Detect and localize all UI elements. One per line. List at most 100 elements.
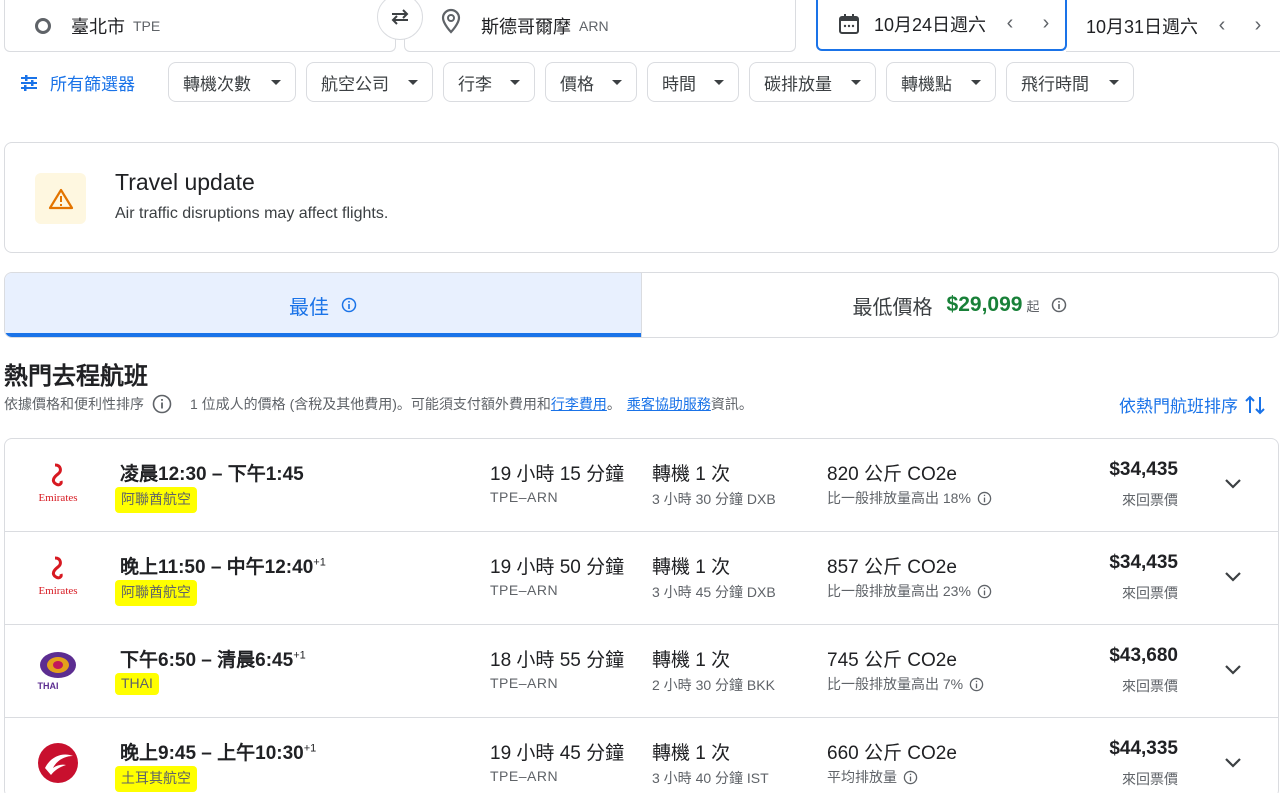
price-note: 1 位成人的價格 (含稅及其他費用)。可能須支付額外費用和 [190, 396, 551, 412]
filter-chip-emissions[interactable]: 碳排放量 [749, 62, 876, 102]
svg-text:Emirates: Emirates [38, 492, 77, 504]
filter-chip-bags[interactable]: 行李 [443, 62, 535, 102]
times-text: 下午6:50 – 清晨6:45 [120, 650, 294, 671]
flight-row[interactable]: THAI 下午6:50 – 清晨6:45+1 THAI 18 小時 55 分鐘 … [5, 625, 1278, 718]
expand-chevron-icon[interactable] [1218, 562, 1248, 592]
chip-label: 航空公司 [321, 74, 389, 94]
info-icon[interactable] [152, 394, 172, 414]
thai-airways-logo-icon: THAI [33, 647, 83, 693]
destination-field[interactable]: 斯德哥爾摩 ARN [404, 0, 796, 52]
chip-label: 價格 [560, 74, 594, 94]
origin-city: 臺北市 [71, 16, 125, 37]
dropdown-caret-icon [612, 80, 622, 85]
times-text: 晚上11:50 – 中午12:40 [120, 557, 314, 578]
prev-date-chevron-icon[interactable]: ‹ [996, 12, 1024, 35]
expand-chevron-icon[interactable] [1218, 748, 1248, 778]
stop-count: 轉機 1 次 [652, 650, 731, 671]
price-type: 來回票價 [1122, 678, 1178, 694]
origin-field[interactable]: 臺北市 TPE [4, 0, 396, 52]
origin-code: TPE [133, 17, 161, 34]
flight-route: TPE–ARN [490, 675, 559, 691]
expand-chevron-icon[interactable] [1218, 655, 1248, 685]
chip-label: 時間 [662, 74, 696, 94]
filter-chip-price[interactable]: 價格 [545, 62, 637, 102]
co2-note-text: 比一般排放量高出 23% [827, 583, 971, 599]
origin-circle-icon [35, 17, 51, 34]
return-date: 10月31日週六 [1086, 16, 1199, 37]
co2-note-text: 平均排放量 [827, 769, 897, 785]
dropdown-caret-icon [851, 80, 861, 85]
swap-icon [391, 9, 409, 25]
filter-chip-connecting-airports[interactable]: 轉機點 [886, 62, 996, 102]
info-icon[interactable] [969, 677, 984, 692]
warning-triangle-icon [48, 188, 73, 209]
filter-chip-airlines[interactable]: 航空公司 [306, 62, 433, 102]
layover-info: 3 小時 40 分鐘 IST [652, 770, 769, 786]
sort-by-label: 依熱門航班排序 [1119, 397, 1238, 416]
info-icon[interactable] [1051, 297, 1067, 313]
tab-best[interactable]: 最佳 [5, 273, 642, 337]
tab-cheapest[interactable]: 最低價格 $29,099 起 [642, 273, 1278, 337]
airline-name: 土耳其航空 [115, 766, 197, 792]
flight-results-list: Emirates 凌晨12:30 – 下午1:45 阿聯酋航空 19 小時 15… [4, 438, 1279, 793]
sort-by-button[interactable]: 依熱門航班排序 [1119, 392, 1266, 417]
next-day-indicator: +1 [293, 649, 306, 662]
info-icon[interactable] [977, 491, 992, 506]
chip-label: 行李 [458, 74, 492, 94]
flight-price: $44,335 [1109, 738, 1178, 759]
filter-sliders-icon [21, 74, 37, 91]
assist-tail: 資訊。 [710, 396, 753, 412]
sort-arrows-icon [1245, 395, 1265, 414]
filter-chip-stops[interactable]: 轉機次數 [168, 62, 296, 102]
all-filters-button[interactable]: 所有篩選器 [20, 70, 135, 95]
next-return-chevron-icon[interactable]: › [1244, 14, 1272, 37]
departure-date: 10月24日週六 [874, 14, 987, 35]
flight-row[interactable]: Emirates 凌晨12:30 – 下午1:45 阿聯酋航空 19 小時 15… [5, 439, 1278, 532]
next-day-indicator: +1 [303, 742, 317, 755]
dropdown-caret-icon [510, 80, 520, 85]
tab-cheapest-label: 最低價格 [852, 296, 933, 319]
flight-row[interactable]: 晚上9:45 – 上午10:30+1 土耳其航空 19 小時 45 分鐘 TPE… [5, 718, 1278, 793]
flight-times: 晚上9:45 – 上午10:30+1 [120, 738, 316, 765]
dropdown-caret-icon [714, 80, 724, 85]
co2-comparison: 比一般排放量高出 18% [827, 488, 992, 508]
info-icon[interactable] [977, 584, 992, 599]
section-title: 熱門去程航班 [4, 363, 148, 390]
prev-return-chevron-icon[interactable]: ‹ [1208, 14, 1236, 37]
co2-emissions: 745 公斤 CO2e [827, 650, 957, 671]
info-icon[interactable] [903, 770, 918, 785]
flight-route: TPE–ARN [490, 582, 559, 598]
stop-count: 轉機 1 次 [652, 743, 731, 764]
flight-duration: 18 小時 55 分鐘 [490, 650, 625, 671]
return-date-field[interactable]: 10月31日週六 ‹ › [1066, 0, 1280, 52]
filter-chip-times[interactable]: 時間 [647, 62, 739, 102]
next-day-indicator: +1 [313, 556, 326, 569]
flight-duration: 19 小時 50 分鐘 [490, 557, 625, 578]
results-subline: 依據價格和便利性排序 1 位成人的價格 (含稅及其他費用)。可能須支付額外費用和… [4, 394, 753, 414]
departure-date-field[interactable]: 10月24日週六 ‹ › [816, 0, 1067, 51]
warning-badge [35, 173, 86, 224]
chip-label: 轉機次數 [183, 74, 251, 94]
co2-emissions: 820 公斤 CO2e [827, 464, 957, 485]
price-type: 來回票價 [1122, 771, 1178, 787]
passenger-assistance-link[interactable]: 乘客協助服務 [627, 394, 711, 414]
filter-chip-duration[interactable]: 飛行時間 [1006, 62, 1134, 102]
next-date-chevron-icon[interactable]: › [1032, 12, 1060, 35]
price-type: 來回票價 [1122, 492, 1178, 508]
info-icon[interactable] [341, 297, 357, 313]
layover-info: 3 小時 45 分鐘 DXB [652, 584, 776, 600]
dropdown-caret-icon [271, 80, 281, 85]
travel-update-body: Air traffic disruptions may affect fligh… [115, 205, 389, 222]
flight-times: 下午6:50 – 清晨6:45+1 [120, 645, 306, 672]
location-pin-icon [441, 8, 461, 34]
separator: 。 [606, 396, 621, 412]
flight-row[interactable]: Emirates 晚上11:50 – 中午12:40+1 阿聯酋航空 19 小時… [5, 532, 1278, 625]
sort-tabs: 最佳 最低價格 $29,099 起 [4, 272, 1279, 338]
calendar-icon [839, 13, 859, 34]
flight-price: $43,680 [1109, 645, 1178, 666]
expand-chevron-icon[interactable] [1218, 469, 1248, 499]
baggage-fees-link[interactable]: 行李費用 [551, 394, 607, 414]
sort-note: 依據價格和便利性排序 [4, 396, 144, 412]
chip-label: 飛行時間 [1021, 74, 1089, 94]
price-type: 來回票價 [1122, 585, 1178, 601]
